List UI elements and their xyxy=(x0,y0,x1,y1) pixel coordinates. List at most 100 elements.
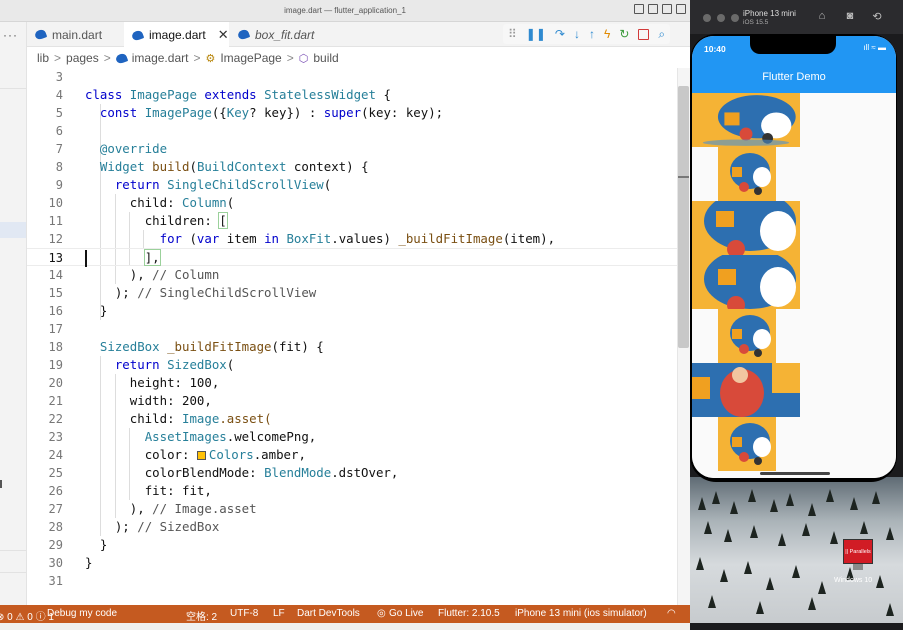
step-over-icon[interactable]: ↷ xyxy=(555,24,565,44)
code-text: child: Image.asset( xyxy=(129,411,272,426)
customize-layout-icon[interactable] xyxy=(676,4,686,14)
code-text: width: 200, xyxy=(129,393,212,408)
breadcrumb-method[interactable]: build xyxy=(313,51,338,65)
code-text: ], xyxy=(143,249,161,266)
line-number: 15 xyxy=(48,286,63,300)
screenshot-icon[interactable]: ◙ xyxy=(843,10,857,23)
code-line: 22 child: Image.asset( xyxy=(27,410,677,428)
step-out-icon[interactable]: ↑ xyxy=(589,24,595,44)
rotate-icon[interactable]: ⟲ xyxy=(870,10,884,23)
fit-image-cover xyxy=(692,201,800,255)
line-number: 31 xyxy=(48,574,63,588)
dart-devtools[interactable]: Dart DevTools xyxy=(297,608,360,619)
fit-image-fit-height xyxy=(718,309,776,363)
code-text: children: [ xyxy=(144,212,228,229)
code-text: height: 100, xyxy=(129,375,220,390)
pause-icon[interactable]: ❚❚ xyxy=(526,24,546,44)
iphone-screen[interactable]: 10:40 ıll ≈ ▬ Flutter Demo xyxy=(692,36,896,478)
fit-image-scale-down xyxy=(718,417,776,471)
line-number: 5 xyxy=(55,106,63,120)
breadcrumb: lib > pages > image.dart > ⚙ ImagePage >… xyxy=(27,48,690,68)
home-icon[interactable]: ⌂ xyxy=(815,10,829,23)
code-text: return SizedBox( xyxy=(114,357,235,372)
inspect-widget-icon[interactable]: ⌕ xyxy=(658,24,665,44)
chevron-right-icon: > xyxy=(54,51,62,65)
breadcrumb-pages[interactable]: pages xyxy=(66,51,99,65)
line-number: 21 xyxy=(48,394,63,408)
toggle-secondary-sidebar-icon[interactable] xyxy=(662,4,672,14)
tab-image-dart[interactable]: image.dart ✕ xyxy=(124,22,229,48)
indentation[interactable]: 空格: 2 xyxy=(186,608,217,623)
notifications-icon[interactable]: ◠ xyxy=(667,608,676,619)
breadcrumb-file[interactable]: image.dart xyxy=(132,51,189,65)
close-icon[interactable]: ✕ xyxy=(218,27,229,43)
debug-config[interactable]: Debug my code xyxy=(47,608,117,619)
title-bar: image.dart — flutter_application_1 xyxy=(0,0,690,22)
code-line: 6 xyxy=(27,122,677,140)
go-live-icon[interactable]: ◎ xyxy=(377,608,386,619)
code-line: 23 AssetImages.welcomePng, xyxy=(27,428,677,446)
code-line: 30} xyxy=(27,554,677,572)
toggle-sidebar-icon[interactable] xyxy=(634,4,644,14)
scroll-view[interactable] xyxy=(692,93,896,478)
line-number: 11 xyxy=(48,214,63,228)
class-symbol-icon: ⚙ xyxy=(205,52,216,65)
line-ending[interactable]: LF xyxy=(273,608,285,619)
more-actions-icon[interactable]: ··· xyxy=(3,28,18,42)
tab-main-dart[interactable]: main.dart xyxy=(27,22,123,47)
close-window-button[interactable] xyxy=(703,14,711,22)
selected-explorer-item[interactable] xyxy=(0,222,26,238)
status-bar: ⊗ 0 ⚠ 0 ⓘ 1 Debug my code 空格: 2 UTF-8 LF… xyxy=(0,605,690,623)
code-line: 10 child: Column( xyxy=(27,194,677,212)
line-number: 7 xyxy=(55,142,63,156)
divider xyxy=(0,572,26,573)
encoding[interactable]: UTF-8 xyxy=(230,608,258,619)
tab-label: box_fit.dart xyxy=(255,27,315,42)
line-number: 14 xyxy=(48,268,63,282)
tab-box-fit-dart[interactable]: box_fit.dart xyxy=(230,22,342,47)
step-into-icon[interactable]: ↓ xyxy=(574,24,580,44)
code-text: ); // SingleChildScrollView xyxy=(114,285,317,300)
stop-icon[interactable] xyxy=(638,28,650,40)
line-number: 19 xyxy=(48,358,63,372)
code-text: colorBlendMode: BlendMode.dstOver, xyxy=(144,465,399,480)
home-indicator[interactable] xyxy=(760,472,830,475)
code-text: AssetImages.welcomePng, xyxy=(144,429,317,444)
line-number: 22 xyxy=(48,412,63,426)
toggle-panel-icon[interactable] xyxy=(648,4,658,14)
flutter-version[interactable]: Flutter: 2.10.5 xyxy=(438,608,500,619)
code-text: SizedBox _buildFitImage(fit) { xyxy=(99,339,324,354)
parallels-vm-icon[interactable]: || Parallels xyxy=(843,539,873,564)
line-number: 26 xyxy=(48,484,63,498)
line-number: 13 xyxy=(48,251,63,265)
fit-image-fill xyxy=(692,93,800,147)
restart-icon[interactable]: ↻ xyxy=(619,24,629,44)
code-line-current: 13 ], xyxy=(27,248,677,266)
code-line: 16 } xyxy=(27,302,677,320)
line-number: 4 xyxy=(55,88,63,102)
color-swatch-icon[interactable] xyxy=(196,451,206,460)
device-selector[interactable]: iPhone 13 mini (ios simulator) xyxy=(515,608,647,619)
scroll-marker xyxy=(0,480,2,488)
scrollbar-thumb[interactable] xyxy=(678,86,689,348)
problems-indicator[interactable]: ⊗ 0 ⚠ 0 ⓘ 1 xyxy=(0,608,54,623)
fit-image-contain xyxy=(718,147,776,201)
line-number: 25 xyxy=(48,466,63,480)
code-line: 29 } xyxy=(27,536,677,554)
breadcrumb-lib[interactable]: lib xyxy=(37,51,49,65)
zoom-window-button[interactable] xyxy=(731,14,739,22)
code-line: 12 for (var item in BoxFit.values) _buil… xyxy=(27,230,677,248)
minimize-window-button[interactable] xyxy=(717,14,725,22)
hot-reload-icon[interactable]: ϟ xyxy=(604,24,610,44)
line-number: 12 xyxy=(48,232,63,246)
code-line: 31 xyxy=(27,572,677,590)
code-text: ), // Column xyxy=(129,267,220,282)
drag-handle-icon[interactable]: ⠿ xyxy=(508,24,517,44)
code-editor[interactable]: 3 4 class ImagePage extends StatelessWidg… xyxy=(27,68,677,605)
desktop-icon-label[interactable]: Windows 10 xyxy=(834,577,872,584)
go-live[interactable]: Go Live xyxy=(389,608,423,619)
app-window: image.dart — flutter_application_1 ··· m… xyxy=(0,0,903,630)
code-line: 7 @override xyxy=(27,140,677,158)
breadcrumb-class[interactable]: ImagePage xyxy=(220,51,281,65)
divider xyxy=(0,88,26,89)
